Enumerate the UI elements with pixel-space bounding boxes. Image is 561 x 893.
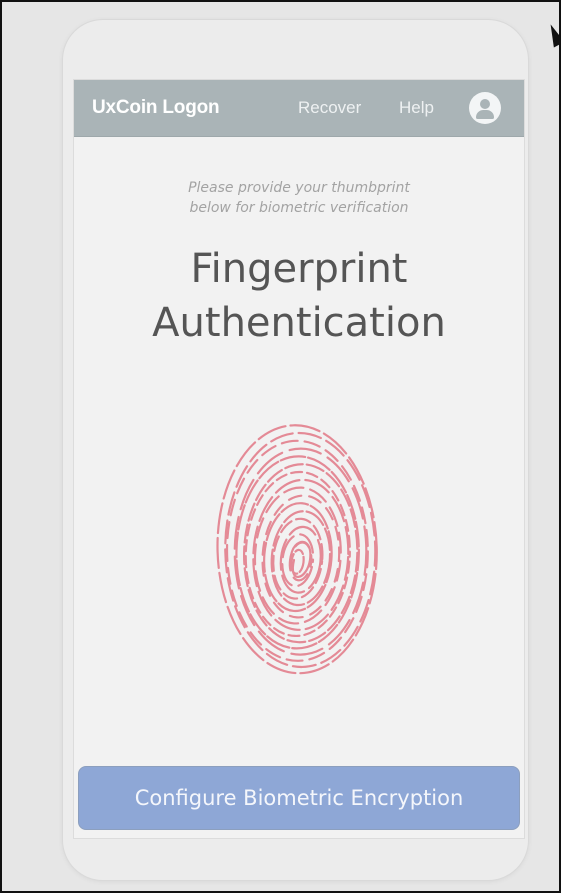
app-brand[interactable]: UxCoin Logon [92,80,220,136]
page-title: Fingerprint Authentication [152,246,446,346]
user-avatar-icon[interactable] [469,92,501,124]
help-link[interactable]: Help [399,80,434,136]
top-navbar: UxCoin Logon Recover Help [74,80,524,137]
recover-link[interactable]: Recover [298,80,361,136]
configure-biometric-encryption-button[interactable]: Configure Biometric Encryption [78,766,520,830]
avatar-head [480,99,490,109]
avatar-body [476,110,494,119]
app-screen: UxCoin Logon Recover Help Please provide… [74,80,524,838]
instruction-text: Please provide your thumbprint below for… [188,180,410,216]
fingerprint-icon[interactable] [214,420,384,680]
